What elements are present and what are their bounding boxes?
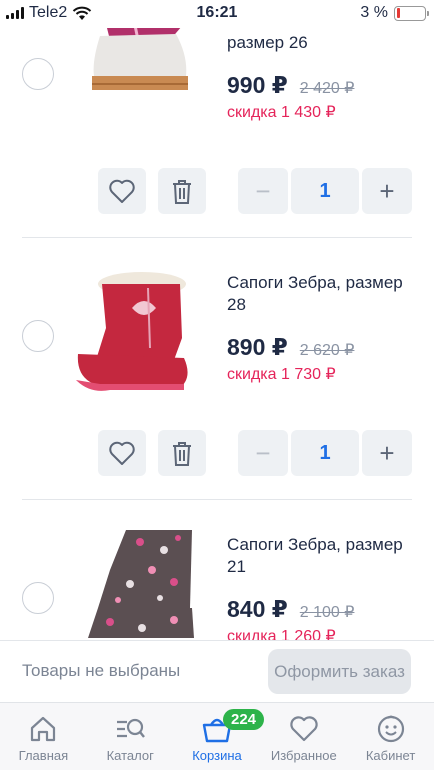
heart-outline-icon [109, 441, 135, 465]
nav-label: Каталог [106, 748, 154, 763]
cart-item: размер 26 990 ₽ 2 420 ₽ скидка 1 430 ₽ −… [0, 0, 434, 238]
increase-button[interactable]: + [362, 168, 412, 214]
checkout-button[interactable]: Оформить заказ [268, 649, 411, 694]
nav-item-cart[interactable]: 224 Корзина [174, 703, 265, 770]
nav-label: Главная [18, 748, 69, 763]
cart-list[interactable]: размер 26 990 ₽ 2 420 ₽ скидка 1 430 ₽ −… [0, 0, 434, 640]
product-title[interactable]: размер 26 [227, 32, 417, 54]
price-row: 840 ₽ 2 100 ₽ [227, 596, 354, 623]
product-image [76, 272, 188, 391]
old-price: 2 420 ₽ [299, 80, 355, 97]
discount-label: скидка 1 730 ₽ [227, 366, 336, 383]
status-bar: Tele2 16:21 3 % [0, 0, 434, 28]
battery-icon [394, 5, 429, 21]
decrease-button[interactable]: − [238, 168, 288, 214]
delete-button[interactable] [158, 168, 206, 214]
price-row: 990 ₽ 2 420 ₽ [227, 72, 354, 99]
quantity-value: 1 [291, 430, 359, 476]
quantity-value: 1 [291, 168, 359, 214]
product-title[interactable]: Сапоги Зебра, размер 21 [227, 534, 417, 578]
cart-item: Сапоги Зебра, размер 28 890 ₽ 2 620 ₽ ск… [0, 238, 434, 500]
catalog-search-icon [114, 713, 146, 745]
price-row: 890 ₽ 2 620 ₽ [227, 334, 354, 361]
trash-icon [173, 442, 191, 466]
favorite-button[interactable] [98, 430, 146, 476]
quantity-stepper: − 1 + [238, 168, 412, 214]
checkout-bar: Товары не выбраны Оформить заказ [0, 640, 434, 702]
battery-percent: 3 % [360, 4, 388, 21]
select-checkbox[interactable] [22, 58, 54, 90]
selection-status: Товары не выбраны [22, 661, 181, 680]
discount-label: скидка 1 430 ₽ [227, 104, 336, 121]
bottom-nav: Главная Каталог 224 Корзина Избранное Ка… [0, 702, 434, 770]
nav-label: Избранное [270, 748, 337, 763]
trash-icon [173, 180, 191, 204]
price: 990 ₽ [227, 72, 288, 98]
select-checkbox[interactable] [22, 582, 54, 614]
home-icon [27, 713, 59, 745]
cart-item: Сапоги Зебра, размер 21 840 ₽ 2 100 ₽ ск… [0, 500, 434, 640]
nav-label: Корзина [192, 748, 242, 763]
price: 890 ₽ [227, 334, 288, 360]
cart-count-badge: 224 [222, 709, 265, 730]
nav-item-account[interactable]: Кабинет [347, 703, 434, 770]
heart-outline-icon [109, 179, 135, 203]
heart-icon [288, 713, 320, 745]
select-checkbox[interactable] [22, 320, 54, 352]
quantity-stepper: − 1 + [238, 430, 412, 476]
nav-label: Кабинет [365, 748, 416, 763]
increase-button[interactable]: + [362, 430, 412, 476]
nav-item-catalog[interactable]: Каталог [87, 703, 174, 770]
nav-item-favorites[interactable]: Избранное [260, 703, 347, 770]
delete-button[interactable] [158, 430, 206, 476]
product-title[interactable]: Сапоги Зебра, размер 28 [227, 272, 417, 316]
smiley-icon [375, 713, 407, 745]
decrease-button[interactable]: − [238, 430, 288, 476]
product-image [88, 530, 194, 638]
old-price: 2 620 ₽ [299, 342, 355, 359]
nav-item-home[interactable]: Главная [0, 703, 87, 770]
price: 840 ₽ [227, 596, 288, 622]
discount-label: скидка 1 260 ₽ [227, 628, 336, 640]
favorite-button[interactable] [98, 168, 146, 214]
old-price: 2 100 ₽ [299, 604, 355, 621]
